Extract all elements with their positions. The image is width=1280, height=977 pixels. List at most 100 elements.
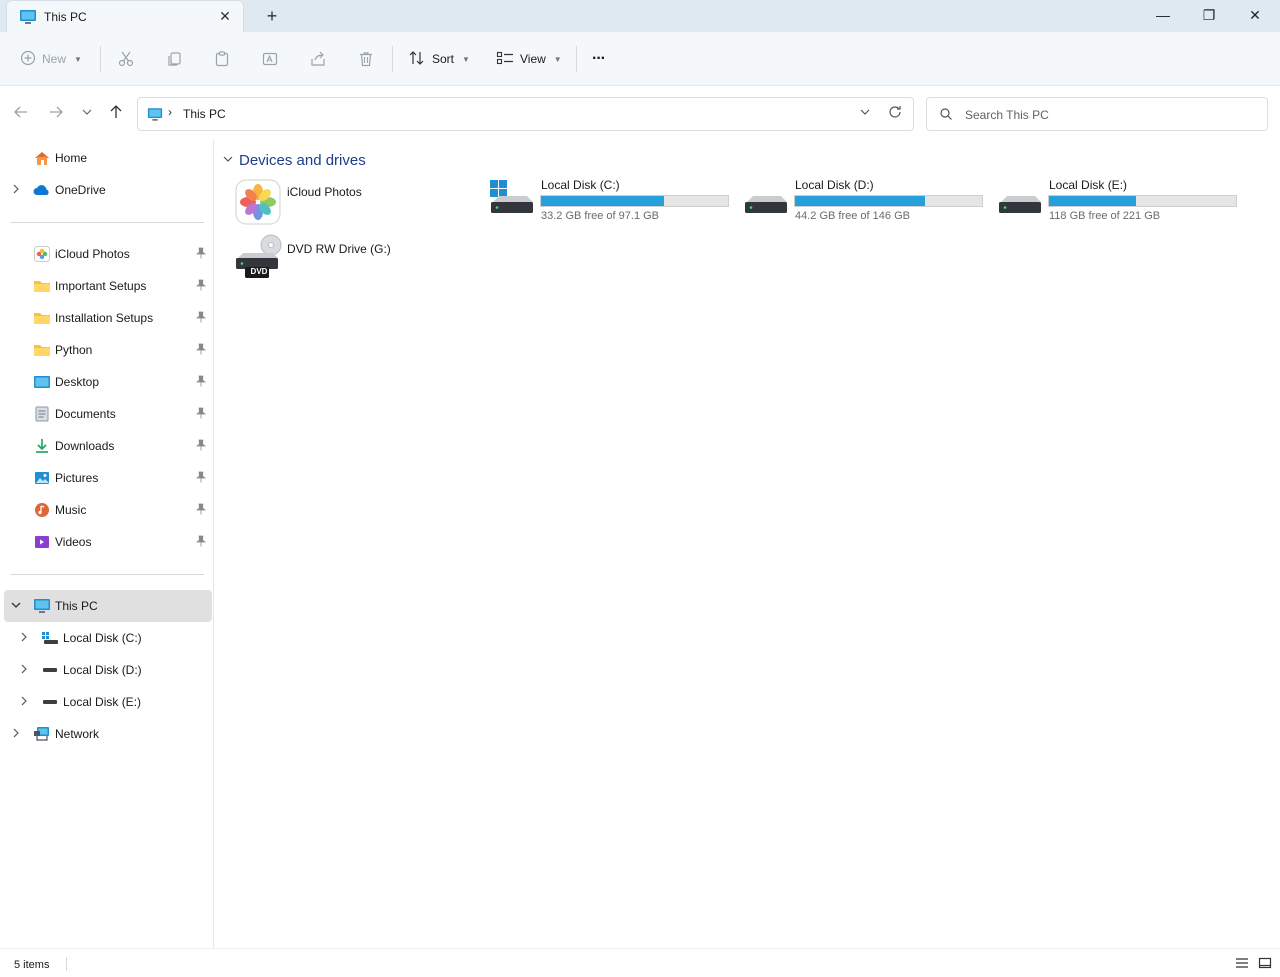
icloud-photos-icon: [33, 245, 51, 263]
chevron-right-icon[interactable]: [18, 664, 30, 677]
rename-icon[interactable]: [261, 46, 279, 72]
sidebar-item-local-disk-c[interactable]: Local Disk (C:): [0, 622, 212, 654]
details-view-icon[interactable]: [1235, 957, 1251, 971]
cut-icon[interactable]: [117, 46, 135, 72]
delete-icon[interactable]: [357, 46, 375, 72]
sidebar-item-pictures[interactable]: Pictures: [0, 462, 212, 494]
pin-icon[interactable]: [195, 311, 207, 326]
paste-icon[interactable]: [213, 46, 231, 72]
pin-icon[interactable]: [195, 439, 207, 454]
drive-tile-local-disk-d[interactable]: Local Disk (D:) 44.2 GB free of 146 GB: [743, 178, 989, 228]
sidebar-item-label: Important Setups: [55, 279, 147, 293]
close-window-button[interactable]: ✕: [1232, 0, 1278, 32]
back-arrow-icon[interactable]: [11, 104, 31, 124]
drive-tile-icloud-photos[interactable]: iCloud Photos: [233, 178, 473, 228]
drive-free-space: 118 GB free of 221 GB: [1049, 210, 1161, 222]
sort-icon: [408, 50, 426, 69]
forward-arrow-icon[interactable]: [46, 104, 66, 124]
sidebar-item-important-setups[interactable]: Important Setups: [0, 270, 212, 302]
pin-icon[interactable]: [195, 407, 207, 422]
sidebar-item-python[interactable]: Python: [0, 334, 212, 366]
group-header-devices-and-drives[interactable]: Devices and drives: [223, 152, 366, 169]
sidebar-item-downloads[interactable]: Downloads: [0, 430, 212, 462]
sidebar-item-videos[interactable]: Videos: [0, 526, 212, 558]
chevron-right-icon[interactable]: [10, 728, 22, 741]
recent-locations-chevron-icon[interactable]: [77, 104, 97, 124]
drive-tile-local-disk-c[interactable]: Local Disk (C:) 33.2 GB free of 97.1 GB: [489, 178, 735, 228]
pin-icon[interactable]: [195, 375, 207, 390]
tab-this-pc[interactable]: This PC ✕: [6, 0, 244, 32]
sidebar-item-label: Home: [55, 151, 88, 165]
copy-icon[interactable]: [165, 46, 183, 72]
new-tab-button[interactable]: +: [262, 6, 282, 26]
sidebar-item-label: Downloads: [55, 439, 115, 453]
sidebar-item-installation-setups[interactable]: Installation Setups: [0, 302, 212, 334]
refresh-icon[interactable]: [887, 104, 903, 124]
view-button[interactable]: View ▼: [496, 46, 562, 72]
sidebar-item-network[interactable]: Network: [0, 718, 212, 750]
up-arrow-icon[interactable]: [106, 104, 126, 124]
new-button[interactable]: New ▼: [20, 46, 82, 72]
chevron-down-icon[interactable]: [10, 601, 22, 612]
pin-icon[interactable]: [195, 279, 207, 294]
maximize-button[interactable]: ❐: [1186, 0, 1232, 32]
sidebar-item-this-pc[interactable]: This PC: [4, 590, 212, 622]
new-label: New: [42, 52, 67, 66]
address-row: › This PC: [0, 86, 1280, 140]
sort-button[interactable]: Sort ▼: [408, 46, 470, 72]
sidebar-item-home[interactable]: Home: [0, 142, 212, 174]
sidebar-item-onedrive[interactable]: OneDrive: [0, 174, 212, 206]
content-pane: Devices and drives iCloud Photos Local D…: [215, 140, 1280, 948]
drive-usage-fill: [541, 196, 665, 206]
drive-tile-local-disk-e[interactable]: Local Disk (E:) 118 GB free of 221 GB: [997, 178, 1243, 228]
view-label: View: [520, 52, 546, 66]
pin-icon[interactable]: [195, 535, 207, 550]
sidebar-item-label: Desktop: [55, 375, 100, 389]
chevron-down-icon: ▼: [553, 54, 562, 64]
chevron-right-icon[interactable]: [10, 184, 22, 197]
sort-label: Sort: [432, 52, 455, 66]
drive-usage-bar: [1048, 195, 1237, 207]
command-bar: New ▼ Sort ▼ View ▼ ···: [0, 32, 1280, 86]
onedrive-icon: [33, 181, 51, 199]
sidebar-item-desktop[interactable]: Desktop: [0, 366, 212, 398]
pin-icon[interactable]: [195, 247, 207, 262]
large-icons-view-icon[interactable]: [1258, 957, 1274, 971]
windows-drive-icon: [41, 629, 59, 647]
sidebar-item-local-disk-e[interactable]: Local Disk (E:): [0, 686, 212, 718]
sidebar-item-local-disk-d[interactable]: Local Disk (D:): [0, 654, 212, 686]
pin-icon[interactable]: [195, 471, 207, 486]
toolbar-divider: [392, 46, 393, 72]
status-divider: [66, 957, 67, 971]
address-bar[interactable]: › This PC: [137, 97, 914, 131]
view-icon: [496, 50, 514, 69]
sidebar-item-music[interactable]: Music: [0, 494, 212, 526]
breadcrumb-this-pc[interactable]: This PC: [183, 107, 226, 121]
drive-tile-dvd-rw-drive[interactable]: DVD DVD RW Drive (G:): [233, 234, 473, 284]
drive-icon: [743, 178, 789, 221]
sidebar-item-label: Local Disk (C:): [63, 631, 142, 645]
share-icon[interactable]: [309, 46, 327, 72]
breadcrumb-separator[interactable]: ›: [168, 105, 172, 119]
drive-usage-fill: [795, 196, 926, 206]
sidebar-item-icloud-photos[interactable]: iCloud Photos: [0, 238, 212, 270]
search-input[interactable]: [965, 106, 1255, 124]
sidebar-item-documents[interactable]: Documents: [0, 398, 212, 430]
chevron-right-icon[interactable]: [18, 696, 30, 709]
chevron-down-icon[interactable]: [223, 155, 233, 166]
more-options-button[interactable]: ···: [592, 46, 606, 72]
drive-name: Local Disk (D:): [795, 178, 874, 192]
address-history-chevron-icon[interactable]: [859, 106, 871, 121]
minimize-button[interactable]: —: [1140, 0, 1186, 32]
folder-icon: [33, 309, 51, 327]
sidebar-item-label: This PC: [55, 599, 98, 613]
search-box[interactable]: [926, 97, 1268, 131]
search-icon: [939, 107, 953, 124]
folder-icon: [33, 341, 51, 359]
network-icon: [33, 725, 51, 743]
chevron-right-icon[interactable]: [18, 632, 30, 645]
close-tab-icon[interactable]: ✕: [217, 8, 233, 24]
pin-icon[interactable]: [195, 343, 207, 358]
this-pc-icon: [147, 107, 163, 125]
pin-icon[interactable]: [195, 503, 207, 518]
